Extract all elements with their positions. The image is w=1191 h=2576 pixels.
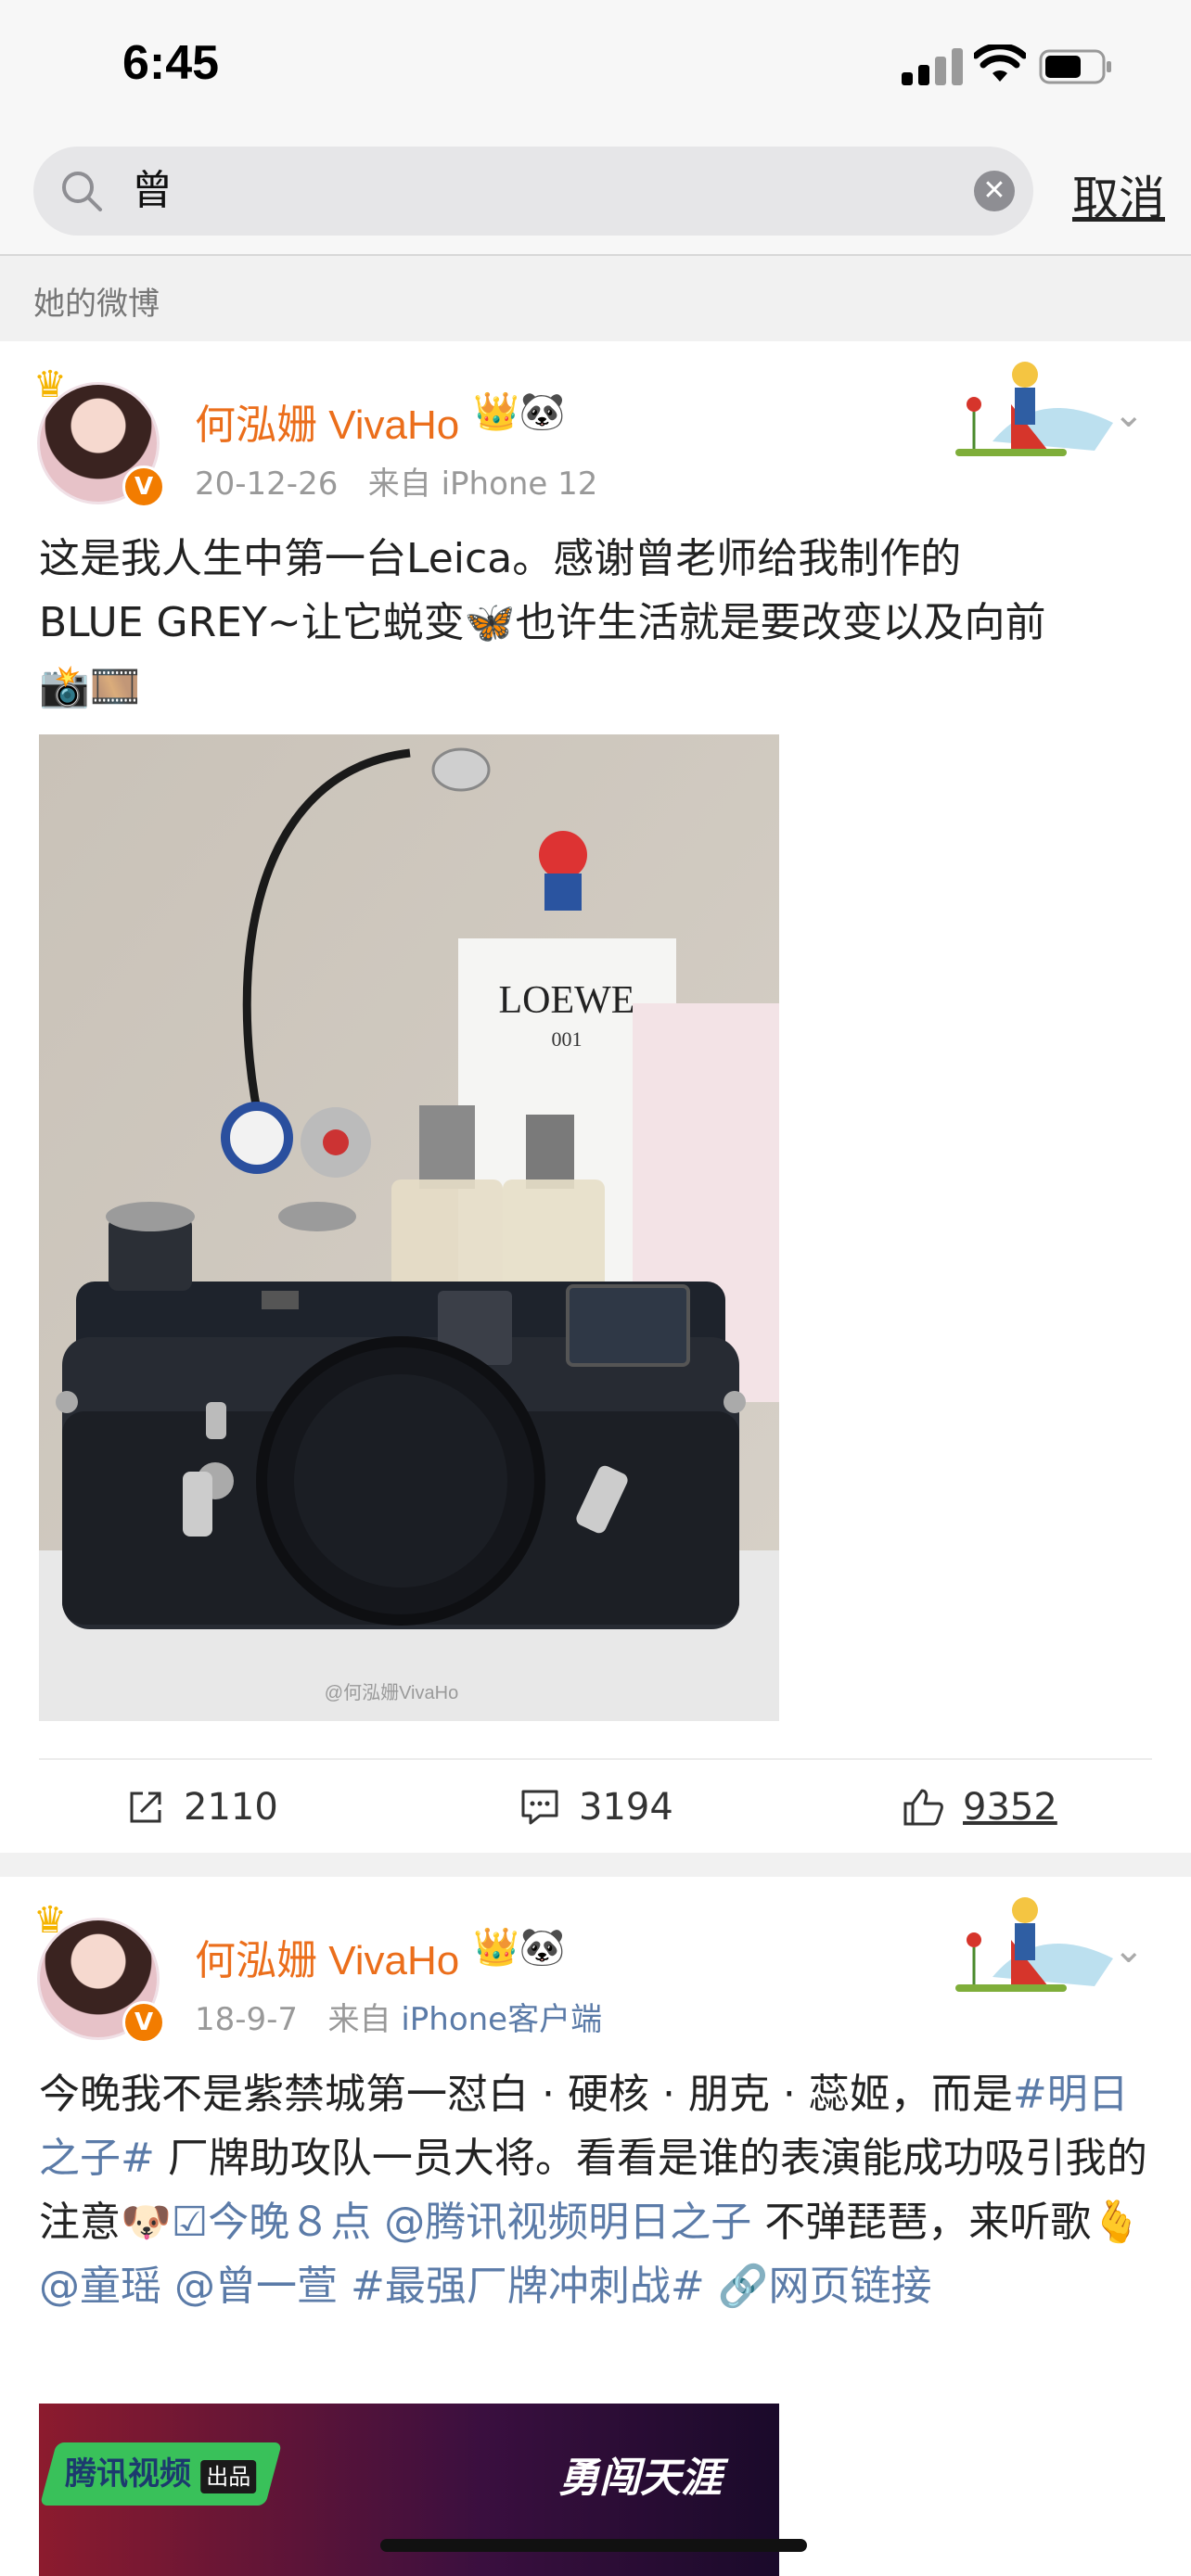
post-action-bar: 2110 3194 9352 xyxy=(39,1758,1152,1860)
post-meta: 20-12-26 来自 iPhone 12 xyxy=(195,458,597,504)
cancel-button[interactable]: 取消 xyxy=(1072,161,1165,228)
tencent-video-logo: 腾讯视频 出品 xyxy=(39,2442,283,2506)
banner-left-text: 腾讯视频 xyxy=(65,2455,191,2493)
mention-link[interactable]: @曾一萱 xyxy=(174,2263,338,2310)
post-meta: 18-9-7 来自 iPhone客户端 xyxy=(195,1994,602,2039)
panda-badge-icon: 🐼 xyxy=(519,1926,566,1969)
post-text-line: 这是我人生中第一台Leica。感谢曾老师给我制作的 xyxy=(39,535,962,582)
search-icon xyxy=(62,172,102,211)
mention-link[interactable]: @童瑶 xyxy=(39,2263,161,2310)
loewe-box-label: LOEWE xyxy=(499,979,635,1022)
repost-button[interactable]: 2110 xyxy=(126,1784,278,1829)
post-text-segment: 不弹琵琶，来听歌🫰 xyxy=(764,2199,1143,2246)
section-header: 她的微博 xyxy=(0,256,1191,341)
chevron-down-icon[interactable]: ⌄ xyxy=(1113,1929,1145,1971)
camera-photo: LOEWE 001 @何泓姗VivaHo xyxy=(39,734,779,1721)
post-date: 20-12-26 xyxy=(195,465,339,503)
post-source[interactable]: iPhone客户端 xyxy=(401,2001,602,2038)
little-prince-decoration-icon xyxy=(955,362,1113,456)
wifi-icon xyxy=(974,45,1026,82)
loewe-box-sublabel: 001 xyxy=(552,1027,583,1051)
clear-icon[interactable]: ✕ xyxy=(974,171,1015,211)
comment-count: 3194 xyxy=(579,1786,673,1829)
like-count: 9352 xyxy=(963,1786,1057,1829)
chevron-down-icon[interactable]: ⌄ xyxy=(1113,393,1145,436)
post-card: ♛ V 何泓姗 VivaHo 👑🐼 20-12-26 来自 iPhone 12 … xyxy=(0,341,1191,1853)
mention-link[interactable]: @腾讯视频明日之子 xyxy=(384,2199,751,2246)
comment-icon xyxy=(521,1790,558,1825)
banner-tag: 出品 xyxy=(200,2460,257,2493)
post-text-line: BLUE GREY~让它蜕变🦋也许生活就是要改变以及向前 xyxy=(39,599,1046,646)
post-card: ♛ V 何泓姗 VivaHo 👑🐼 18-9-7 来自 iPhone客户端 ⌄ … xyxy=(0,1877,1191,2576)
source-prefix: 来自 xyxy=(327,2001,391,2038)
crown-badge-icon: 👑 xyxy=(473,1926,519,1969)
comment-button[interactable]: 3194 xyxy=(519,1784,673,1829)
search-input[interactable]: 曾 ✕ xyxy=(33,147,1033,236)
post-date: 18-9-7 xyxy=(195,2001,299,2038)
search-query-text: 曾 xyxy=(132,167,173,214)
panda-badge-icon: 🐼 xyxy=(519,390,566,433)
crown-badge-icon: 👑 xyxy=(473,390,519,433)
crown-icon: ♛ xyxy=(33,363,67,406)
verified-badge-icon: V xyxy=(122,465,165,508)
banner-right-text: 勇闯天涯 xyxy=(558,2455,722,2502)
status-bar: 6:45 xyxy=(0,0,1191,130)
status-time: 6:45 xyxy=(122,36,220,90)
post-text: 这是我人生中第一台Leica。感谢曾老师给我制作的 BLUE GREY~让它蜕变… xyxy=(39,527,1152,719)
little-prince-decoration-icon xyxy=(955,1897,1113,1992)
post-source: iPhone 12 xyxy=(441,465,598,503)
post-divider xyxy=(0,1853,1191,1877)
user-badges: 👑🐼 xyxy=(473,389,566,433)
post-text-line: 📸🎞️ xyxy=(39,663,141,710)
username[interactable]: 何泓姗 VivaHo xyxy=(195,391,459,451)
event-link[interactable]: ☑今晚８点 xyxy=(172,2199,371,2246)
user-badges: 👑🐼 xyxy=(473,1925,566,1969)
repost-icon xyxy=(130,1792,161,1823)
verified-badge-icon: V xyxy=(122,2001,165,2044)
repost-count: 2110 xyxy=(184,1786,278,1829)
cellular-signal-icon xyxy=(902,48,963,85)
crown-icon: ♛ xyxy=(33,1899,67,1942)
web-link[interactable]: 🔗网页链接 xyxy=(718,2263,932,2310)
username[interactable]: 何泓姗 VivaHo xyxy=(195,1927,459,1986)
avatar[interactable]: ♛ V xyxy=(33,363,165,508)
battery-icon xyxy=(1039,49,1111,84)
home-indicator[interactable] xyxy=(380,2539,807,2552)
source-prefix: 来自 xyxy=(367,465,431,503)
hashtag-link[interactable]: #最强厂牌冲刺战# xyxy=(351,2263,705,2310)
post-image[interactable]: LOEWE 001 @何泓姗VivaHo xyxy=(39,734,779,1721)
like-button[interactable]: 9352 xyxy=(902,1784,1057,1829)
section-title: 她的微博 xyxy=(33,286,160,323)
thumbs-up-icon xyxy=(903,1789,943,1826)
search-header: 曾 ✕ 取消 xyxy=(0,130,1191,256)
post-text: 今晚我不是紫禁城第一怼白 · 硬核 · 朋克 · 蕊姬，而是#明日之子# 厂牌助… xyxy=(39,2062,1152,2318)
post-text-segment: 今晚我不是紫禁城第一怼白 · 硬核 · 朋克 · 蕊姬，而是 xyxy=(39,2071,1013,2118)
avatar[interactable]: ♛ V xyxy=(33,1899,165,2044)
image-watermark: @何泓姗VivaHo xyxy=(325,1682,458,1703)
